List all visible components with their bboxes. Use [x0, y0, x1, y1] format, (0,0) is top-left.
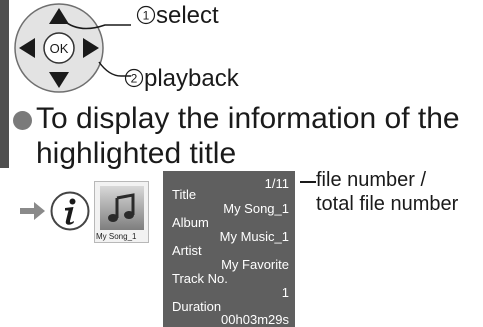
- duration-value: 00h03m29s: [221, 312, 289, 327]
- select-callout: 1 select: [136, 2, 219, 30]
- playback-label: playback: [144, 65, 239, 92]
- select-label: select: [156, 2, 219, 29]
- thumbnail-caption: My Song_1: [96, 232, 137, 241]
- ok-label: OK: [50, 41, 69, 56]
- instruction-line-1: To display the information of the: [36, 102, 460, 135]
- album-value: My Music_1: [219, 229, 289, 244]
- annotation-line-1: file number /: [316, 169, 427, 191]
- right-arrow-icon: [20, 202, 45, 220]
- title-value: My Song_1: [223, 201, 289, 216]
- file-counter: 1/11: [264, 176, 289, 191]
- annotation-line-2: total file number: [316, 193, 459, 215]
- remote-dpad: OK: [14, 3, 131, 93]
- album-label: Album: [172, 215, 209, 230]
- info-i-icon: [50, 191, 90, 231]
- circled-number-icon: 1: [136, 5, 156, 25]
- bullet-icon: [13, 111, 32, 130]
- svg-text:2: 2: [131, 72, 138, 86]
- title-label: Title: [172, 187, 197, 202]
- svg-text:1: 1: [143, 9, 150, 23]
- music-note-icon: [100, 186, 144, 230]
- track-value: 1: [281, 285, 289, 300]
- circled-number-icon: 2: [124, 68, 144, 88]
- margin-bar: [0, 0, 9, 168]
- info-panel: 1/11 Title My Song_1 Album My Music_1 Ar…: [163, 171, 295, 327]
- music-thumbnail: My Song_1: [94, 181, 149, 243]
- artist-value: My Favorite: [221, 257, 289, 272]
- playback-callout: 2 playback: [124, 65, 239, 93]
- instruction-line-2: highlighted title: [36, 137, 237, 170]
- duration-label: Duration: [172, 299, 222, 314]
- track-label: Track No.: [172, 271, 228, 286]
- artist-label: Artist: [172, 243, 202, 258]
- annotation-leader-line: [300, 181, 316, 183]
